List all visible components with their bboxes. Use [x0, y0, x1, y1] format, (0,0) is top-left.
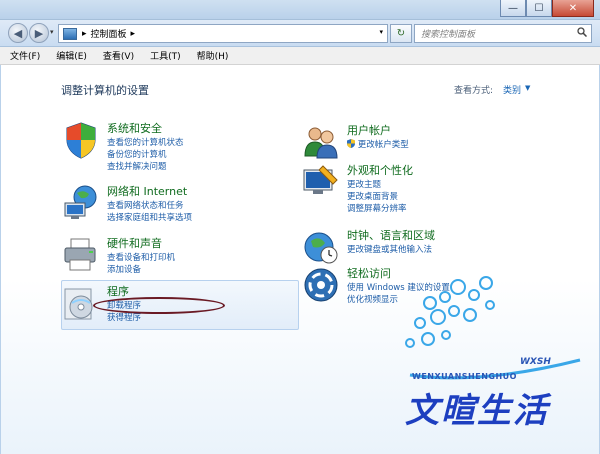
- category-clock-language-region: 时钟、语言和区域 更改键盘或其他输入法: [301, 227, 541, 267]
- users-icon: [304, 127, 338, 159]
- search-icon[interactable]: [577, 27, 588, 40]
- category-network-internet: 网络和 Internet 查看网络状态和任务 选择家庭组和共享选项: [61, 183, 301, 223]
- category-user-accounts: 用户帐户 更改帐户类型: [301, 122, 541, 162]
- navigation-bar: ◀ ▶ ▾ ▸ 控制面板 ▸ ▾ ↻ 搜索控制面板: [0, 20, 600, 47]
- minimize-button[interactable]: —: [500, 0, 526, 17]
- forward-arrow-icon: ▶: [34, 26, 44, 40]
- address-bar[interactable]: ▸ 控制面板 ▸ ▾: [58, 24, 388, 43]
- watermark-chinese: 文暄生活: [405, 391, 549, 431]
- uac-shield-icon: [347, 139, 355, 148]
- title-bar: — ☐ ✕: [0, 0, 600, 20]
- category-title[interactable]: 程序: [107, 283, 129, 299]
- back-button[interactable]: ◀: [8, 23, 28, 43]
- ease-of-access-icon: [304, 268, 338, 302]
- category-title[interactable]: 时钟、语言和区域: [347, 227, 435, 243]
- watermark-english: WENXUANSHENGHUO: [412, 372, 517, 381]
- search-placeholder: 搜索控制面板: [421, 30, 476, 40]
- link-label: 更改帐户类型: [357, 140, 409, 150]
- category-title[interactable]: 轻松访问: [347, 265, 391, 281]
- watermark-wxsh: WXSH: [520, 357, 551, 367]
- printer-icon: [64, 238, 96, 271]
- shield-icon: [66, 122, 96, 159]
- refresh-icon: ↻: [396, 28, 406, 39]
- breadcrumb-control-panel[interactable]: 控制面板: [91, 27, 127, 40]
- address-dropdown-icon[interactable]: ▾: [379, 28, 383, 36]
- link-homegroup[interactable]: 选择家庭组和共享选项: [107, 211, 192, 223]
- category-title[interactable]: 网络和 Internet: [107, 183, 187, 199]
- search-input[interactable]: 搜索控制面板: [414, 24, 592, 43]
- link-troubleshoot[interactable]: 查找并解决问题: [107, 160, 167, 172]
- view-by-label: 查看方式:: [454, 86, 494, 96]
- link-change-account-type[interactable]: 更改帐户类型: [347, 138, 409, 150]
- breadcrumb-root-arrow-icon[interactable]: ▸: [82, 29, 87, 39]
- link-optimize-display[interactable]: 优化视频显示: [347, 293, 398, 305]
- menu-bar: 文件(F) 编辑(E) 查看(V) 工具(T) 帮助(H): [0, 47, 600, 65]
- refresh-button[interactable]: ↻: [390, 24, 412, 43]
- menu-file[interactable]: 文件(F): [10, 49, 40, 62]
- menu-edit[interactable]: 编辑(E): [56, 49, 87, 62]
- view-by-selector[interactable]: 类别: [503, 83, 521, 96]
- category-title[interactable]: 系统和安全: [107, 120, 162, 136]
- link-view-computer-status[interactable]: 查看您的计算机状态: [107, 136, 184, 148]
- forward-button[interactable]: ▶: [29, 23, 49, 43]
- link-add-device[interactable]: 添加设备: [107, 263, 141, 275]
- menu-tools[interactable]: 工具(T): [150, 49, 181, 62]
- link-network-status[interactable]: 查看网络状态和任务: [107, 199, 184, 211]
- link-screen-resolution[interactable]: 调整屏幕分辨率: [347, 202, 407, 214]
- clock-globe-icon: [304, 232, 338, 264]
- link-change-desktop-background[interactable]: 更改桌面背景: [347, 190, 398, 202]
- link-backup-computer[interactable]: 备份您的计算机: [107, 148, 167, 160]
- page-title: 调整计算机的设置: [61, 84, 149, 97]
- maximize-button[interactable]: ☐: [526, 0, 552, 17]
- control-panel-icon: [63, 27, 77, 40]
- caption-buttons: — ☐ ✕: [500, 0, 594, 17]
- category-title[interactable]: 硬件和声音: [107, 235, 162, 251]
- category-appearance: 外观和个性化 更改主题 更改桌面背景 调整屏幕分辨率: [301, 162, 541, 214]
- link-change-input-method[interactable]: 更改键盘或其他输入法: [347, 243, 432, 255]
- menu-view[interactable]: 查看(V): [103, 49, 134, 62]
- category-hardware-sound: 硬件和声音 查看设备和打印机 添加设备: [61, 235, 301, 275]
- appearance-monitor-icon: [303, 165, 338, 194]
- highlight-ellipse-annotation: [93, 297, 225, 314]
- breadcrumb-separator-icon[interactable]: ▸: [131, 29, 136, 39]
- category-title[interactable]: 外观和个性化: [347, 162, 413, 178]
- close-button[interactable]: ✕: [552, 0, 594, 17]
- network-globe-icon: [64, 185, 97, 219]
- back-arrow-icon: ◀: [13, 26, 23, 40]
- recent-pages-dropdown-icon[interactable]: ▾: [50, 28, 54, 36]
- menu-help[interactable]: 帮助(H): [197, 49, 229, 62]
- link-devices-printers[interactable]: 查看设备和打印机: [107, 251, 175, 263]
- watermark-bubbles-icon: [405, 276, 581, 380]
- category-title[interactable]: 用户帐户: [347, 122, 391, 138]
- view-by-dropdown-icon[interactable]: ▼: [525, 84, 530, 92]
- category-system-security: 系统和安全 查看您的计算机状态 备份您的计算机 查找并解决问题: [61, 120, 301, 172]
- link-change-theme[interactable]: 更改主题: [347, 178, 381, 190]
